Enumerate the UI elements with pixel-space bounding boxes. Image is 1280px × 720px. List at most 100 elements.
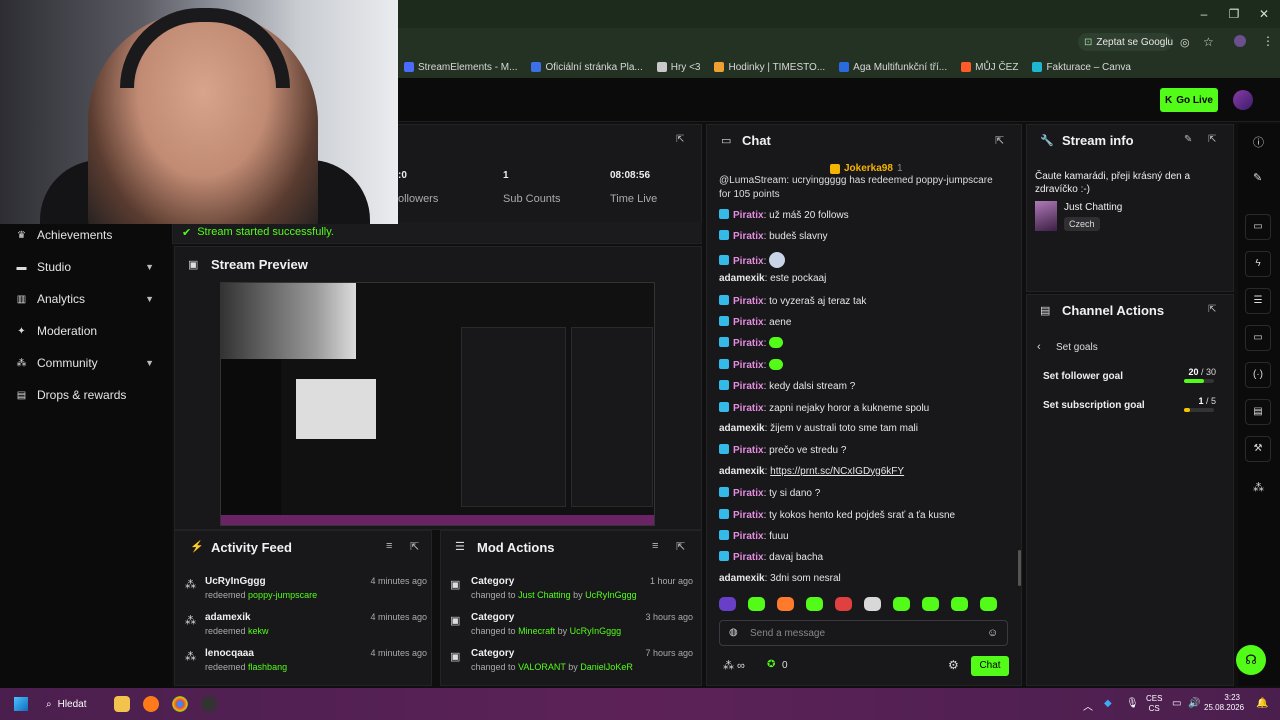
filter-icon[interactable]: ≡ xyxy=(386,540,392,552)
send-chat-button[interactable]: Chat xyxy=(971,656,1009,676)
mic-icon[interactable]: 🎙 xyxy=(1126,698,1139,709)
message-icon[interactable]: ▭ xyxy=(1245,325,1271,351)
chat-link[interactable]: https://prnt.sc/NCxIGDyg6kFY xyxy=(770,466,904,477)
lightning-icon[interactable]: ϟ xyxy=(1245,251,1271,277)
emote-picker-icon[interactable] xyxy=(980,597,997,611)
popout-icon[interactable]: ⇱ xyxy=(995,134,1004,147)
popout-icon[interactable]: ⇱ xyxy=(1208,134,1216,145)
tray-chevron-icon[interactable]: ︿ xyxy=(1083,698,1093,713)
popout-icon[interactable]: ⇱ xyxy=(1208,304,1216,315)
volume-icon[interactable]: 🔊 xyxy=(1188,698,1200,709)
emote-picker-icon[interactable] xyxy=(951,597,968,611)
chat-scrollbar[interactable] xyxy=(1018,550,1021,586)
chat-message[interactable]: Piratix: xyxy=(719,358,784,371)
broadcast-icon[interactable]: (·) xyxy=(1245,362,1271,388)
bookmark-item[interactable]: Fakturace – Canva xyxy=(1032,62,1131,73)
bookmark-item[interactable]: MŮJ ČEZ xyxy=(961,62,1018,73)
chat-message[interactable]: Piratix: kedy dalsi stream ? xyxy=(719,380,855,392)
emote-picker-icon[interactable] xyxy=(748,597,765,611)
chat-message[interactable]: Piratix: aene xyxy=(719,316,791,328)
chat-message[interactable]: Piratix: ty si dano ? xyxy=(719,487,820,499)
emote-picker-icon[interactable] xyxy=(922,597,939,611)
notification-bell-icon[interactable]: 🔔 xyxy=(1256,698,1268,709)
bookmark-item[interactable]: Hry <3 xyxy=(656,62,700,73)
set-goals-label[interactable]: Set goals xyxy=(1056,342,1098,353)
profile-avatar[interactable] xyxy=(1234,35,1246,47)
bookmark-item[interactable]: Hodinky | TIMESTO... xyxy=(714,62,825,73)
bookmark-item[interactable]: Aga Multifunkční tří... xyxy=(839,62,947,73)
mod-action-item[interactable]: ▣ Category changed to Minecraft by UcRyInG… xyxy=(450,612,693,636)
windows-start-icon[interactable] xyxy=(14,697,28,711)
chevron-down-icon[interactable]: ▼ xyxy=(145,358,154,368)
ask-google-button[interactable]: ⊡ Zeptat se Googlu xyxy=(1078,33,1173,51)
sidebar-item-community[interactable]: ⁂ Community ▼ xyxy=(16,352,160,374)
emote-picker-icon[interactable] xyxy=(806,597,823,611)
go-live-button[interactable]: K Go Live xyxy=(1160,88,1218,112)
goal-label[interactable]: Set subscription goal xyxy=(1043,400,1145,411)
close-icon[interactable]: ✕ xyxy=(1256,6,1272,22)
file-explorer-icon[interactable] xyxy=(114,696,130,712)
bookmark-star-icon[interactable]: ☆ xyxy=(1203,35,1214,49)
chat-message[interactable]: Piratix: davaj bacha xyxy=(719,551,823,563)
restore-icon[interactable]: ❐ xyxy=(1226,6,1242,22)
popout-icon[interactable]: ⇱ xyxy=(676,134,684,145)
browser-menu-icon[interactable]: ⋮ xyxy=(1262,34,1274,48)
activity-item[interactable]: ⁂ lenocqaaa redeemed flashbang 4 minutes ag… xyxy=(185,648,427,672)
screen-icon[interactable]: ▭ xyxy=(1245,214,1271,240)
goal-label[interactable]: Set follower goal xyxy=(1043,371,1123,382)
emote-picker-icon[interactable] xyxy=(719,597,736,611)
sidebar-item-analytics[interactable]: ▥ Analytics ▼ xyxy=(16,288,160,310)
info-icon[interactable]: ⓘ xyxy=(1253,134,1264,150)
chat-message[interactable]: adamexik: žijem v australi toto sme tam … xyxy=(719,423,918,434)
support-headset-icon[interactable]: ☊ xyxy=(1236,645,1266,675)
emoji-icon[interactable]: ☺ xyxy=(987,627,998,639)
chat-message[interactable]: Piratix: ty kokos hento ked pojdeš srať … xyxy=(719,508,955,521)
chat-message[interactable]: Piratix: budeš slavny xyxy=(719,230,828,242)
sidebar-item-achievements[interactable]: ♛ Achievements xyxy=(16,224,160,246)
firefox-icon[interactable] xyxy=(143,696,159,712)
chevron-down-icon[interactable]: ▼ xyxy=(145,294,154,304)
sidebar-item-studio[interactable]: ▬ Studio ▼ xyxy=(16,256,160,278)
chat-message[interactable]: adamexik: 3dni som nesral xyxy=(719,573,841,584)
pencil-icon[interactable]: ✎ xyxy=(1253,171,1262,184)
popout-icon[interactable]: ⇱ xyxy=(410,540,419,553)
bookmark-item[interactable]: StreamElements - M... xyxy=(404,62,517,73)
defender-icon[interactable]: ◆ xyxy=(1104,698,1112,709)
emote-picker-icon[interactable] xyxy=(864,597,881,611)
taskbar-clock[interactable]: 3:23 25.08.2026 xyxy=(1204,693,1244,713)
chat-message[interactable]: Piratix: už máš 20 follows xyxy=(719,209,849,221)
emote-picker-icon[interactable] xyxy=(777,597,794,611)
chat-message[interactable]: Piratix: xyxy=(719,251,786,268)
taskbar-search[interactable]: ⌕ Hledat xyxy=(46,694,102,714)
chat-message[interactable]: Piratix: fuuu xyxy=(719,530,789,542)
popout-icon[interactable]: ⇱ xyxy=(676,540,685,553)
chrome-icon[interactable] xyxy=(172,696,188,712)
minimize-icon[interactable]: – xyxy=(1196,6,1212,22)
users-icon[interactable]: ⁂ ∞ xyxy=(723,659,745,672)
chat-message[interactable]: adamexik: https://prnt.sc/NCxIGDyg6kFY xyxy=(719,466,904,477)
back-arrow-icon[interactable]: ‹ xyxy=(1037,341,1041,353)
eye-off-icon[interactable]: ◎ xyxy=(1180,36,1190,49)
user-avatar[interactable] xyxy=(1233,90,1253,110)
tools-icon[interactable]: ⚒ xyxy=(1245,436,1271,462)
community-icon[interactable]: ⁂ xyxy=(1253,481,1264,494)
emote-picker-icon[interactable] xyxy=(893,597,910,611)
chat-message[interactable]: Piratix: xyxy=(719,337,784,349)
network-icon[interactable]: ▭ xyxy=(1172,698,1181,709)
chevron-down-icon[interactable]: ▼ xyxy=(145,262,154,272)
emote-picker-icon[interactable] xyxy=(835,597,852,611)
sidebar-item-drops-rewards[interactable]: ▤ Drops & rewards xyxy=(16,384,160,406)
chat-message[interactable]: Piratix: zapni nejaky horor a kukneme sp… xyxy=(719,401,929,414)
settings-gear-icon[interactable]: ⚙ xyxy=(948,658,959,672)
pinned-user[interactable]: Jokerka98 1 xyxy=(830,163,903,174)
activity-item[interactable]: ⁂ UcRyInGggg redeemed poppy-jumpscare 4 min… xyxy=(185,576,427,600)
activity-item[interactable]: ⁂ adamexik redeemed kekw 4 minutes ago xyxy=(185,612,427,636)
edit-icon[interactable]: ✎ xyxy=(1184,134,1192,145)
obs-icon[interactable] xyxy=(201,696,217,712)
mod-action-item[interactable]: ▣ Category changed to Just Chatting by UcR… xyxy=(450,576,693,600)
chat-message[interactable]: adamexik: este pockaaj xyxy=(719,273,826,284)
layers-icon[interactable]: ▤ xyxy=(1245,399,1271,425)
chat-message[interactable]: Piratix: to vyzeraš aj teraz tak xyxy=(719,294,866,307)
bookmark-item[interactable]: Oficiální stránka Pla... xyxy=(531,62,643,73)
mod-action-item[interactable]: ▣ Category changed to VALORANT by DanielJo… xyxy=(450,648,693,672)
